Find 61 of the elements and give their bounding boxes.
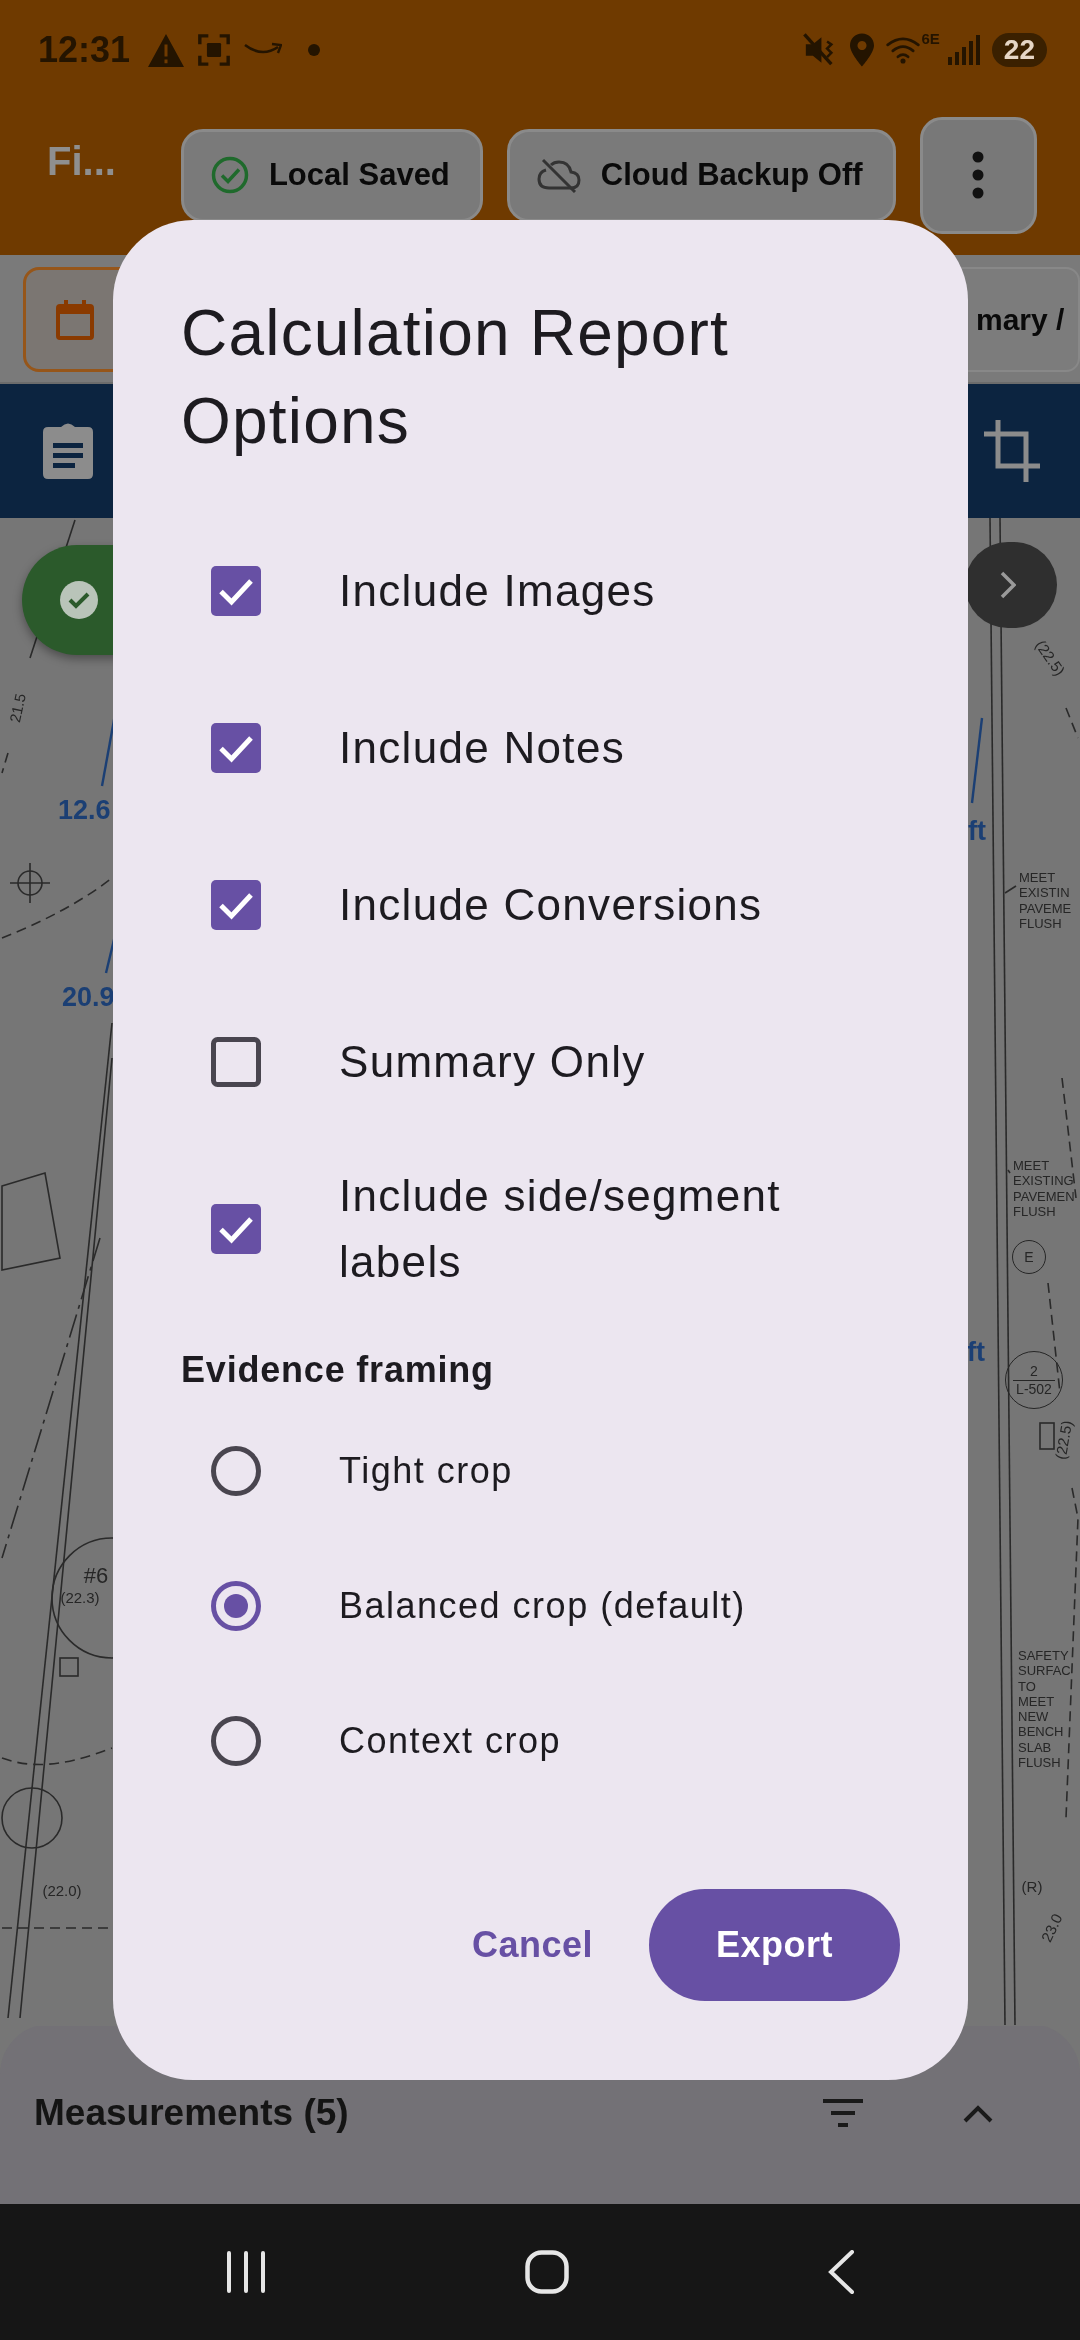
calendar-icon	[56, 299, 94, 340]
dialog-title: Calculation Report Options	[181, 296, 731, 459]
measurement-label: ft	[967, 1336, 985, 1368]
crop-icon[interactable]	[984, 420, 1040, 482]
check-circle-icon	[210, 156, 249, 194]
back-icon[interactable]	[827, 2250, 855, 2294]
checkbox[interactable]	[211, 566, 261, 616]
check-circle-icon	[60, 581, 98, 619]
checkbox[interactable]	[211, 723, 261, 773]
checkbox-label: Include Notes	[339, 722, 625, 774]
export-button[interactable]: Export	[649, 1889, 900, 2001]
plan-label: (R)	[1021, 1879, 1043, 1895]
measurement-label: ft	[968, 815, 986, 847]
location-icon	[850, 33, 875, 67]
notification-dot-icon	[308, 44, 321, 56]
status-time: 12:31	[38, 28, 131, 72]
sheet-title: Measurements (5)	[34, 2091, 350, 2136]
radio-button[interactable]	[211, 1446, 261, 1496]
chevron-up-icon[interactable]	[963, 2105, 993, 2123]
chevron-right-icon	[1000, 571, 1016, 599]
more-vertical-icon	[972, 151, 985, 199]
checkbox[interactable]	[211, 1203, 261, 1254]
status-chip[interactable]: Local Saved	[180, 128, 483, 222]
cancel-button[interactable]: Cancel	[445, 1889, 619, 2001]
checkbox-label: Include Conversions	[339, 879, 763, 931]
measurement-label: 12.6	[58, 794, 111, 826]
wifi-icon	[886, 35, 921, 65]
measurement-label: 20.9	[62, 981, 115, 1013]
filter-icon[interactable]	[823, 2099, 863, 2129]
plan-note: SAFETY SURFAC TO MEET NEW BENCH SLAB FLUSH	[1018, 1648, 1071, 1771]
checkbox-label: Summary Only	[339, 1036, 646, 1088]
signal-icon	[947, 35, 980, 65]
radio-button[interactable]	[211, 1716, 261, 1766]
plan-label: (22.3)	[60, 1590, 100, 1606]
clipboard-icon[interactable]	[43, 423, 93, 479]
plan-label: 21.5	[7, 692, 29, 724]
section-heading: Evidence framing	[181, 1348, 495, 1392]
radio-label: Tight crop	[339, 1449, 513, 1493]
radio-button[interactable]	[211, 1581, 261, 1631]
home-icon[interactable]	[525, 2250, 569, 2294]
plan-label: #6	[83, 1564, 109, 1588]
checkbox[interactable]	[211, 1037, 261, 1087]
cloud-off-icon	[536, 157, 581, 193]
app-title: Fi...	[47, 138, 116, 185]
network-type-label: 6E	[921, 29, 940, 49]
warning-icon	[148, 33, 185, 67]
plan-label: (22.0)	[42, 1883, 82, 1899]
radio-label: Context crop	[339, 1719, 562, 1763]
recents-icon[interactable]	[225, 2251, 267, 2293]
more-button[interactable]	[919, 116, 1037, 234]
status-chip[interactable]: Cloud Backup Off	[506, 128, 896, 222]
checkbox-label: Include Images	[339, 565, 656, 617]
plan-label: (22.5)	[1052, 1419, 1076, 1461]
checkbox[interactable]	[211, 880, 261, 930]
screenshot-icon	[196, 33, 233, 67]
plan-note: MEET EXISTIN PAVEME FLUSH	[1019, 870, 1072, 932]
plan-label: 23.0	[1038, 1911, 1066, 1945]
plan-note: MEET EXISTING PAVEMEN FLUSH	[1013, 1158, 1075, 1220]
radio-label: Balanced crop (default)	[339, 1584, 746, 1628]
checkbox-label: Include side/segment labels	[339, 1169, 782, 1288]
battery-indicator: 22	[991, 33, 1047, 67]
